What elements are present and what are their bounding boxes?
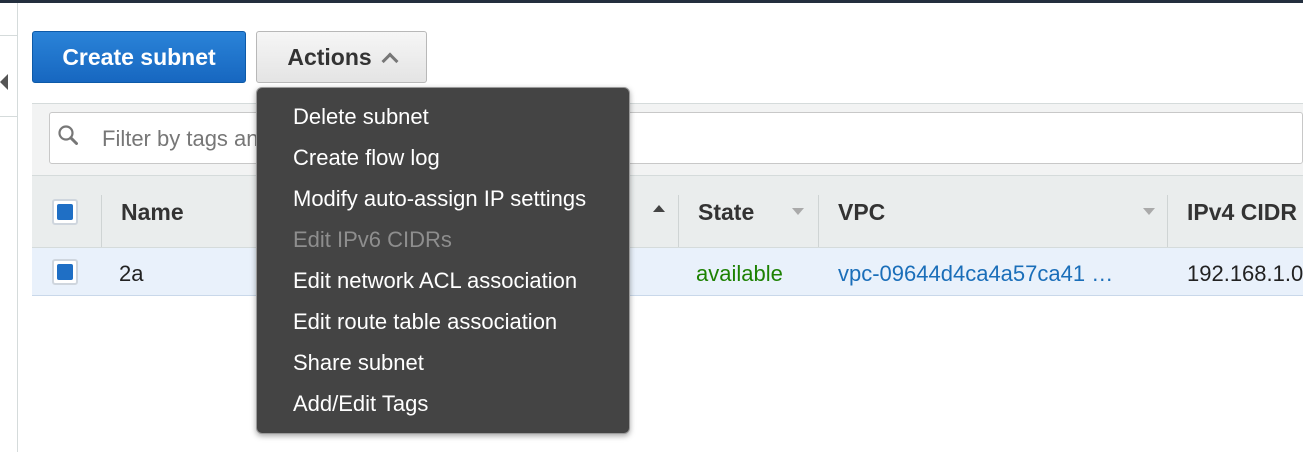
menu-item-edit-route-table[interactable]: Edit route table association bbox=[293, 309, 557, 335]
row-checkbox[interactable] bbox=[52, 259, 78, 285]
row-name: 2a bbox=[119, 261, 144, 286]
sort-ascending-icon[interactable] bbox=[653, 205, 665, 212]
sort-icon[interactable] bbox=[792, 208, 804, 215]
sidebar-divider bbox=[0, 116, 17, 117]
create-subnet-label: Create subnet bbox=[62, 43, 216, 70]
actions-button[interactable]: Actions bbox=[256, 31, 427, 83]
menu-item-edit-ipv6-cidrs: Edit IPv6 CIDRs bbox=[293, 227, 452, 252]
column-header-state[interactable]: State bbox=[698, 199, 754, 226]
row-state: available bbox=[696, 261, 783, 286]
menu-item-add-edit-tags[interactable]: Add/Edit Tags bbox=[293, 391, 428, 417]
column-header-vpc[interactable]: VPC bbox=[838, 199, 885, 226]
menu-item-share-subnet[interactable]: Share subnet bbox=[293, 350, 424, 376]
column-divider bbox=[678, 195, 679, 247]
select-all-checkbox[interactable] bbox=[52, 199, 78, 225]
column-divider bbox=[818, 195, 819, 247]
row-vpc-link[interactable]: vpc-09644d4ca4a57ca41 … bbox=[838, 261, 1113, 287]
sort-icon[interactable] bbox=[1143, 208, 1155, 215]
table-header bbox=[32, 175, 1303, 248]
sidebar-divider bbox=[0, 35, 17, 36]
create-subnet-button[interactable]: Create subnet bbox=[32, 31, 246, 83]
menu-item-delete-subnet[interactable]: Delete subnet bbox=[293, 104, 429, 130]
collapsed-sidebar[interactable] bbox=[0, 3, 18, 452]
actions-dropdown-menu: Delete subnet Create flow log Modify aut… bbox=[256, 87, 630, 434]
row-ipv4-cidr: 192.168.1.0 bbox=[1187, 261, 1303, 286]
column-divider bbox=[101, 195, 102, 247]
column-divider bbox=[1167, 195, 1168, 247]
sidebar-toggle-icon[interactable] bbox=[0, 74, 8, 90]
console-top-border bbox=[0, 0, 1303, 3]
menu-item-create-flow-log[interactable]: Create flow log bbox=[293, 145, 440, 171]
search-icon bbox=[58, 125, 78, 145]
column-header-name[interactable]: Name bbox=[121, 199, 184, 226]
chevron-up-icon bbox=[381, 52, 399, 69]
column-header-ipv4-cidr[interactable]: IPv4 CIDR bbox=[1187, 199, 1297, 226]
menu-item-edit-network-acl[interactable]: Edit network ACL association bbox=[293, 268, 577, 294]
actions-label: Actions bbox=[287, 43, 372, 70]
menu-item-modify-auto-assign-ip[interactable]: Modify auto-assign IP settings bbox=[293, 186, 586, 212]
